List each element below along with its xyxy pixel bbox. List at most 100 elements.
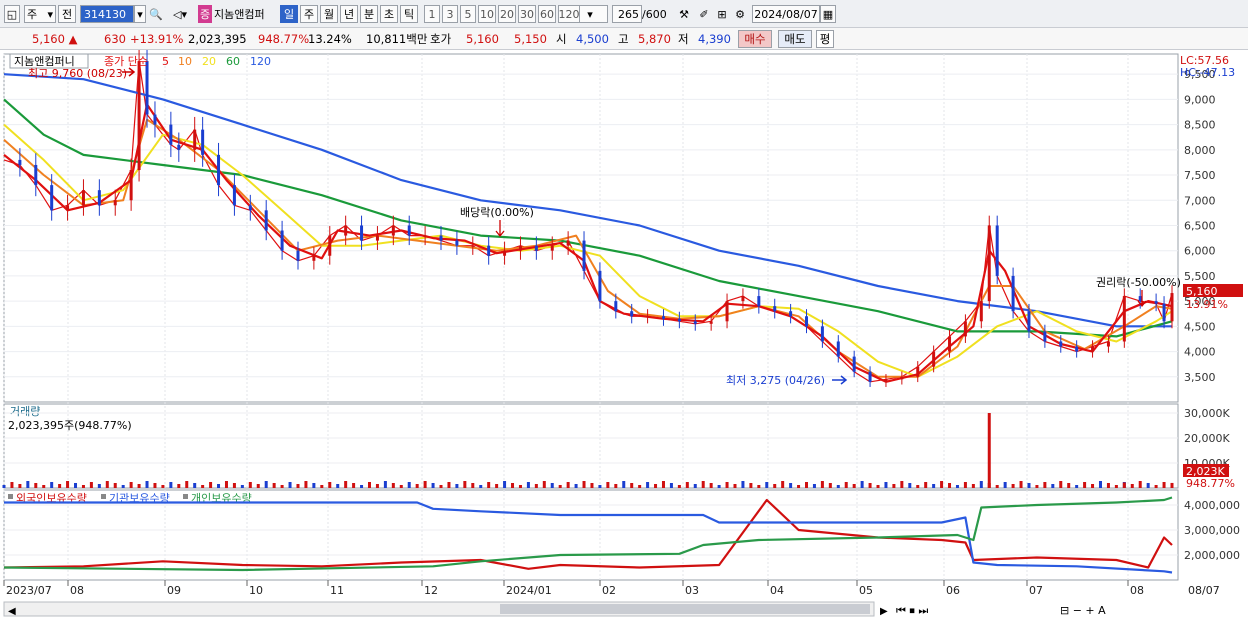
toolbar: ◱ 주 ▾ 전 314130 ▾ 🔍 ◁▾ 증 지놈앤컴퍼 ▾ 265 /600 … — [0, 0, 1248, 28]
candle-body — [1138, 296, 1142, 302]
compare-icon[interactable]: ⊞ — [714, 5, 730, 23]
volume-bar — [900, 481, 904, 488]
count-input[interactable]: 265 — [612, 5, 642, 23]
period-tab-4[interactable]: 분 — [360, 5, 378, 23]
price-tag-text: 5,160 — [1186, 285, 1218, 298]
gear-icon[interactable]: ⚙ — [732, 5, 748, 23]
volume-value-text: 2,023,395주(948.77%) — [8, 419, 132, 432]
period-tab-5[interactable]: 초 — [380, 5, 398, 23]
candle-body — [550, 245, 554, 251]
volume-bar — [479, 485, 483, 488]
volume-bar — [18, 484, 22, 488]
volume-bar — [797, 485, 801, 488]
stock-name-text: 지놈앤컴퍼 — [214, 8, 265, 21]
volume-bar — [169, 482, 173, 488]
volume-bar — [789, 483, 793, 488]
volume-bar — [646, 482, 650, 488]
volume-bar — [876, 485, 880, 488]
interval-button-20[interactable]: 20 — [498, 5, 516, 23]
interval-button-60[interactable]: 60 — [538, 5, 556, 23]
volume-bar — [654, 484, 658, 488]
period-tab-3[interactable]: 년 — [340, 5, 358, 23]
price-tick-label: 7,500 — [1184, 169, 1216, 182]
stock-badge: 증 — [198, 5, 212, 23]
candle-body — [1059, 341, 1063, 347]
eval-button[interactable]: 평 — [816, 30, 834, 48]
volume-bar — [74, 483, 78, 488]
interval-button-10[interactable]: 10 — [478, 5, 496, 23]
x-tick-label: 11 — [330, 584, 344, 597]
market-select[interactable]: 전 — [58, 5, 76, 23]
candle-body — [1106, 341, 1110, 347]
draw-tool-icon[interactable]: ✐ — [696, 5, 712, 23]
trade-amount: 10,811백만 — [366, 28, 427, 50]
current-price-value: 5,160 — [32, 32, 65, 46]
volume-bar — [217, 484, 221, 488]
code-dropdown-icon[interactable]: ▾ — [134, 5, 146, 23]
period-tab-0[interactable]: 일 — [280, 5, 298, 23]
x-tick-label: 09 — [167, 584, 181, 597]
volume-bar — [185, 481, 189, 488]
speaker-icon[interactable]: ◁▾ — [166, 5, 194, 23]
volume-bar — [844, 482, 848, 488]
date-input[interactable]: 2024/08/07 — [752, 5, 820, 23]
volume-bar — [701, 481, 705, 488]
sell-button[interactable]: 매도 — [778, 30, 812, 48]
chart-tool-icon[interactable]: ⚒ — [676, 5, 692, 23]
ask-price: 5,160 — [466, 28, 499, 50]
period-tab-2[interactable]: 월 — [320, 5, 338, 23]
volume-bar — [836, 485, 840, 488]
high-label: 고 — [618, 28, 629, 50]
volume-bar — [733, 484, 737, 488]
volume-bar — [1011, 484, 1015, 488]
interval-button-1[interactable]: 1 — [424, 5, 440, 23]
candle-body — [1162, 303, 1166, 322]
change-value: 630 — [104, 32, 126, 46]
volume-bar — [542, 481, 546, 488]
bid-value: 5,150 — [514, 32, 547, 46]
annotation-dividend: 배당락(0.00%) — [460, 206, 534, 219]
search-icon[interactable]: 🔍 — [148, 5, 164, 23]
stock-chart[interactable]: 3,5004,0004,5005,0005,5006,0006,5007,000… — [0, 50, 1248, 621]
layout-icon[interactable]: ◱ — [4, 5, 20, 23]
volume-bar — [1138, 481, 1142, 488]
calendar-icon[interactable]: ▦ — [820, 5, 836, 23]
volume-bar — [685, 482, 689, 488]
period-tab-6[interactable]: 틱 — [400, 5, 418, 23]
volume-bar — [415, 484, 419, 488]
vol-pct-tag-text: 948.77% — [1186, 477, 1235, 490]
volume-bar — [955, 485, 959, 488]
period-tab-1[interactable]: 주 — [300, 5, 318, 23]
candle-body — [503, 250, 507, 256]
interval-button-5[interactable]: 5 — [460, 5, 476, 23]
interval-button-120[interactable]: 120 — [558, 5, 580, 23]
volume-bar — [272, 483, 276, 488]
candle-body — [1011, 275, 1015, 312]
legend-ma-20: 20 — [202, 55, 216, 68]
interval-button-3[interactable]: 3 — [442, 5, 458, 23]
volume-bar — [352, 483, 356, 488]
volume-bar — [153, 483, 157, 488]
x-tick-label: 07 — [1029, 584, 1043, 597]
price-change: 630 — [104, 28, 126, 50]
volume-bar — [1059, 481, 1063, 488]
interval-button-30[interactable]: 30 — [518, 5, 536, 23]
candle-body — [916, 366, 920, 377]
volume-bar — [622, 481, 626, 488]
buy-button[interactable]: 매수 — [738, 30, 772, 48]
volume-bar — [328, 482, 332, 488]
volume-bar — [820, 481, 824, 488]
candle-body — [582, 240, 586, 271]
unit-select[interactable]: 주 ▾ — [24, 5, 56, 23]
volume-bar — [677, 485, 681, 488]
volume-bar — [58, 484, 62, 488]
x-tick-label: 08 — [1130, 584, 1144, 597]
x-tick-label: 2024/01 — [506, 584, 552, 597]
x-tick-label: 12 — [424, 584, 438, 597]
candle-body — [344, 225, 348, 236]
volume-bar — [503, 481, 507, 488]
stock-code-input[interactable]: 314130 — [80, 5, 134, 23]
candle-body — [1075, 346, 1079, 352]
volume-bar — [1035, 485, 1039, 488]
legend-marker — [101, 494, 106, 499]
